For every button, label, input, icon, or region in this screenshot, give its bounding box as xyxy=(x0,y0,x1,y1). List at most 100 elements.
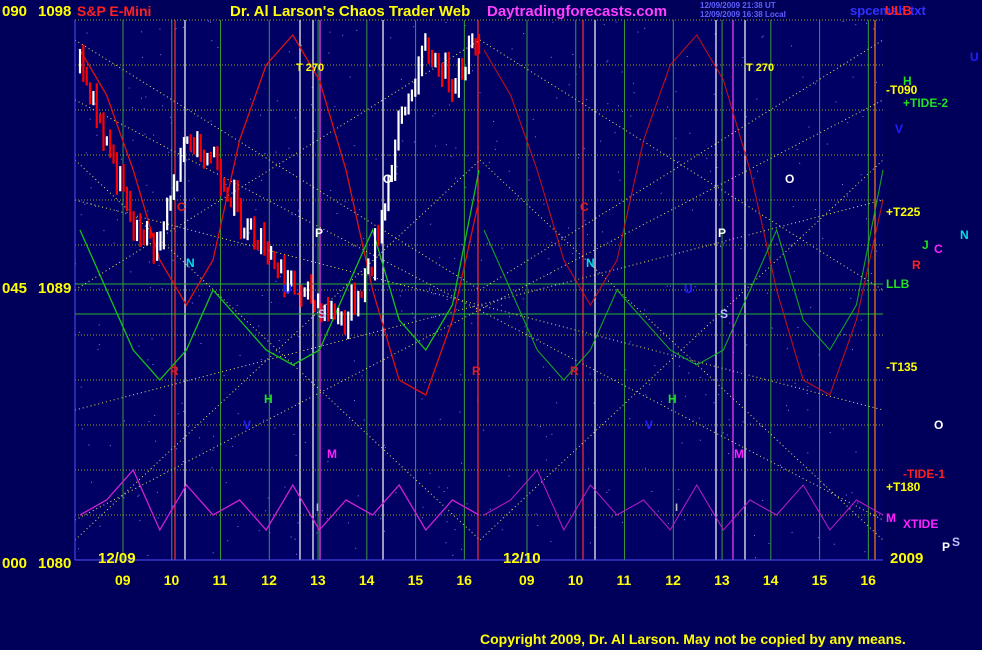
t090-label: -T090 xyxy=(886,83,918,97)
star-dot xyxy=(433,316,435,318)
star-dot xyxy=(153,134,155,136)
star-dot xyxy=(339,295,341,297)
hour-tick-label: 15 xyxy=(811,572,828,588)
star-dot xyxy=(713,93,715,95)
star-dot xyxy=(353,400,355,402)
star-dot xyxy=(421,398,423,400)
star-dot xyxy=(328,52,330,54)
hour-tick-label: 11 xyxy=(616,572,632,588)
ulb-label: ULB xyxy=(885,3,912,18)
star-dot xyxy=(161,288,163,290)
star-dot xyxy=(149,287,151,289)
star-dot xyxy=(86,32,88,34)
star-dot xyxy=(875,81,877,83)
star-dot xyxy=(667,523,669,525)
star-dot xyxy=(678,365,680,367)
star-dot xyxy=(279,276,281,278)
n-label-2: N xyxy=(586,256,595,270)
star-dot xyxy=(810,306,812,308)
star-dot xyxy=(275,280,277,282)
star-dot xyxy=(543,203,545,205)
star-dot xyxy=(649,383,651,385)
star-dot xyxy=(250,98,252,100)
y-bottom-price: 1080 xyxy=(38,555,72,572)
star-dot xyxy=(445,542,447,544)
star-dot xyxy=(548,376,550,378)
m-label-2: M xyxy=(734,447,744,461)
star-dot xyxy=(413,26,415,28)
star-dot xyxy=(217,47,219,49)
star-dot xyxy=(796,148,798,150)
plot-background xyxy=(75,20,883,560)
p-label-1: P xyxy=(315,226,324,240)
star-dot xyxy=(139,520,141,522)
star-dot xyxy=(823,484,825,486)
star-dot xyxy=(349,76,351,78)
star-dot xyxy=(678,160,680,162)
xtide-label: XTIDE xyxy=(903,517,939,531)
star-dot xyxy=(788,409,790,411)
star-dot xyxy=(857,502,859,504)
star-dot xyxy=(589,373,591,375)
star-dot xyxy=(455,147,457,149)
star-dot xyxy=(190,151,192,153)
star-dot xyxy=(578,153,580,155)
star-dot xyxy=(120,158,122,160)
star-dot xyxy=(537,524,539,526)
star-dot xyxy=(210,21,212,23)
star-dot xyxy=(709,170,711,172)
star-dot xyxy=(132,139,134,141)
star-dot xyxy=(429,287,431,289)
star-dot xyxy=(678,489,680,491)
star-dot xyxy=(80,386,82,388)
star-dot xyxy=(116,209,118,211)
star-dot xyxy=(826,143,828,145)
star-dot xyxy=(88,444,90,446)
star-dot xyxy=(779,464,781,466)
star-dot xyxy=(632,82,634,84)
star-dot xyxy=(550,56,552,58)
star-dot xyxy=(98,288,100,290)
star-dot xyxy=(148,421,150,423)
star-dot xyxy=(369,65,371,67)
star-dot xyxy=(447,487,449,489)
t180-label: +T180 xyxy=(886,480,921,494)
star-dot xyxy=(295,454,297,456)
star-dot xyxy=(535,513,537,515)
star-dot xyxy=(607,103,609,105)
star-dot xyxy=(729,322,731,324)
site-link[interactable]: Daytradingforecasts.com xyxy=(487,3,667,20)
star-dot xyxy=(630,115,632,117)
star-dot xyxy=(290,536,292,538)
star-dot xyxy=(670,285,672,287)
star-dot xyxy=(611,516,613,518)
star-dot xyxy=(81,428,83,430)
star-dot xyxy=(401,290,403,292)
star-dot xyxy=(706,157,708,159)
star-dot xyxy=(207,20,209,22)
star-dot xyxy=(465,186,467,188)
star-dot xyxy=(686,56,688,58)
r-label-2: R xyxy=(472,364,481,378)
star-dot xyxy=(157,517,159,519)
hour-tick-label: 13 xyxy=(310,572,326,588)
u-label-right: U xyxy=(970,50,979,64)
star-dot xyxy=(148,261,150,263)
star-dot xyxy=(146,184,148,186)
star-dot xyxy=(399,295,401,297)
star-dot xyxy=(556,402,558,404)
llb-label: LLB xyxy=(886,277,910,291)
hour-tick-label: 10 xyxy=(163,572,180,588)
star-dot xyxy=(718,204,720,206)
r-label-right: R xyxy=(912,258,921,272)
star-dot xyxy=(621,521,623,523)
star-dot xyxy=(862,115,864,117)
t225-label: +T225 xyxy=(886,205,921,219)
star-dot xyxy=(568,84,570,86)
star-dot xyxy=(786,348,788,350)
star-dot xyxy=(460,374,462,376)
hour-tick-label: 12 xyxy=(261,572,277,588)
hour-tick-label: 16 xyxy=(860,572,876,588)
star-dot xyxy=(288,51,290,53)
star-dot xyxy=(293,433,295,435)
